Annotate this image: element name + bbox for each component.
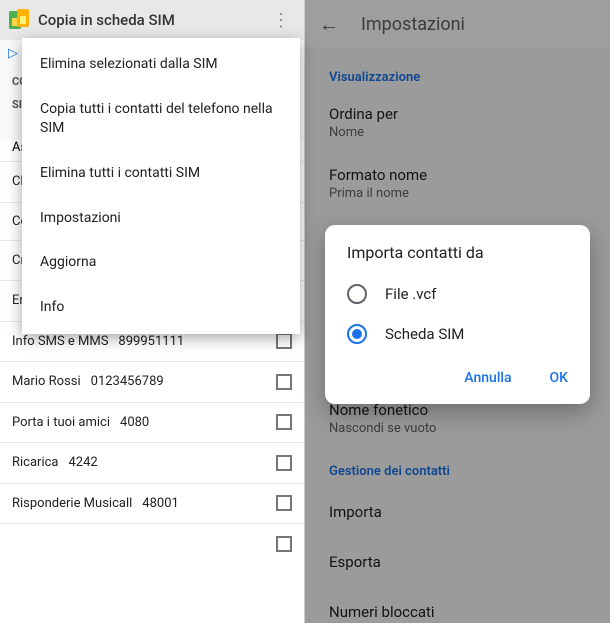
right-pane: ← Impostazioni Visualizzazione Ordina pe… — [305, 0, 610, 623]
checkbox[interactable] — [276, 333, 292, 349]
overflow-menu-icon[interactable]: ⋮ — [266, 10, 296, 31]
menu-item-delete-all[interactable]: Elimina tutti i contatti SIM — [22, 151, 300, 196]
list-item[interactable]: Risponderie Musicall 48001 — [0, 484, 304, 525]
contact-name: Mario Rossi — [12, 374, 81, 389]
contact-number: 899951111 — [118, 334, 184, 349]
dialog-title: Importa contatti da — [325, 243, 590, 274]
contact-number: 4080 — [120, 415, 149, 430]
list-item[interactable] — [0, 524, 304, 565]
menu-item-settings[interactable]: Impostazioni — [22, 196, 300, 241]
contact-number: 4242 — [69, 455, 98, 470]
list-item[interactable]: Mario Rossi 0123456789 — [0, 362, 304, 403]
cancel-button[interactable]: Annulla — [456, 364, 519, 392]
overflow-menu: Elimina selezionati dalla SIM Copia tutt… — [22, 38, 300, 334]
radio-label: File .vcf — [385, 285, 436, 303]
radio-option-file[interactable]: File .vcf — [325, 274, 590, 314]
dialog-actions: Annulla OK — [325, 354, 590, 398]
contact-number: 48001 — [142, 496, 179, 511]
ad-play-icon: ▷ — [8, 46, 18, 61]
radio-icon — [347, 324, 367, 344]
checkbox[interactable] — [276, 374, 292, 390]
menu-item-delete-selected[interactable]: Elimina selezionati dalla SIM — [22, 42, 300, 87]
contact-number: 0123456789 — [91, 374, 164, 389]
contact-name: Info SMS e MMS — [12, 334, 108, 349]
radio-label: Scheda SIM — [385, 325, 464, 343]
checkbox[interactable] — [276, 495, 292, 511]
checkbox[interactable] — [276, 455, 292, 471]
list-item[interactable]: Ricarica 4242 — [0, 443, 304, 484]
menu-item-info[interactable]: Info — [22, 285, 300, 330]
checkbox[interactable] — [276, 414, 292, 430]
radio-icon — [347, 284, 367, 304]
left-pane: Copia in scheda SIM ⋮ ▷ ✕ CO SIM Asc Cha… — [0, 0, 305, 623]
sim-app-icon — [8, 9, 30, 31]
contact-name: Ricarica — [12, 455, 59, 470]
contact-name: Porta i tuoi amici — [12, 415, 110, 430]
left-app-bar: Copia in scheda SIM ⋮ — [0, 0, 304, 40]
menu-item-copy-all[interactable]: Copia tutti i contatti del telefono nell… — [22, 87, 300, 151]
ok-button[interactable]: OK — [542, 364, 577, 392]
checkbox[interactable] — [276, 536, 292, 552]
contact-name: Risponderie Musicall — [12, 496, 132, 511]
menu-item-refresh[interactable]: Aggiorna — [22, 240, 300, 285]
radio-option-sim[interactable]: Scheda SIM — [325, 314, 590, 354]
left-header-title: Copia in scheda SIM — [38, 11, 266, 29]
list-item[interactable]: Porta i tuoi amici 4080 — [0, 403, 304, 444]
import-dialog: Importa contatti da File .vcf Scheda SIM… — [325, 225, 590, 404]
